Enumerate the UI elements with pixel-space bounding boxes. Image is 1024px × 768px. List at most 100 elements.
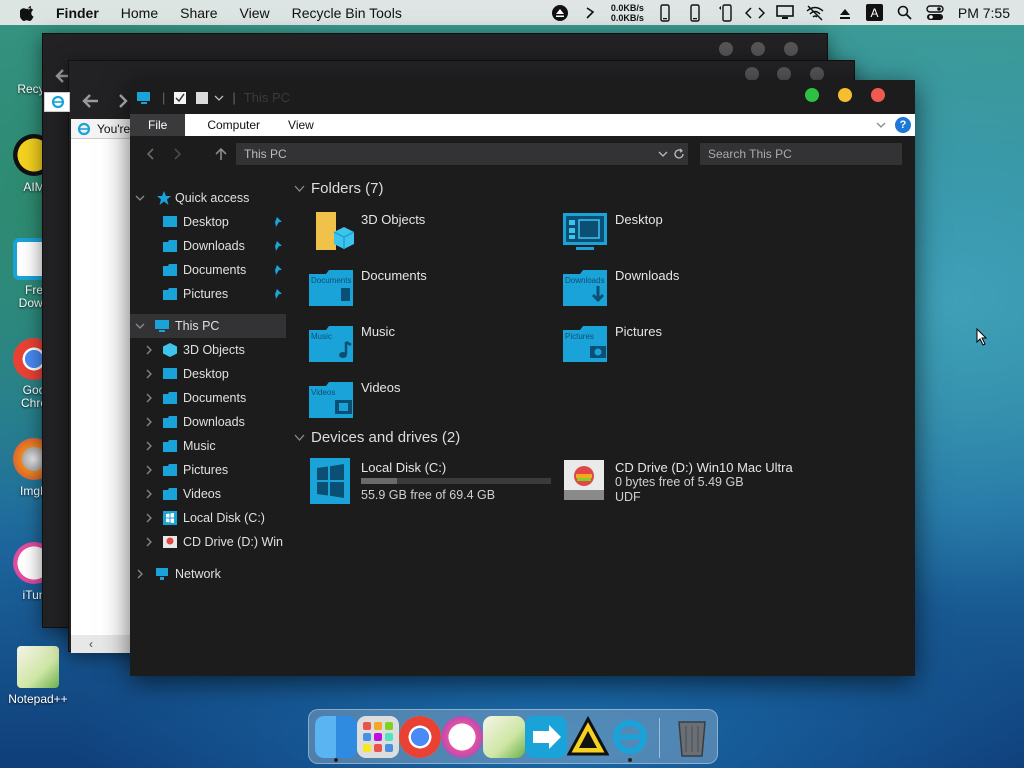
sidebar-item-cd-drive[interactable]: CD Drive (D:) Win — [130, 530, 286, 554]
bg-window-2-button-3[interactable] — [810, 67, 824, 81]
sidebar-item-pictures[interactable]: Pictures — [130, 458, 286, 482]
collapse-arrow-icon[interactable] — [144, 513, 154, 523]
bg-window-1-button-2[interactable] — [751, 42, 765, 56]
collapse-arrow-icon[interactable] — [144, 465, 154, 475]
tab-computer[interactable]: Computer — [185, 114, 274, 136]
eject-icon[interactable] — [548, 0, 572, 25]
folder-3d-objects[interactable]: 3D Objects — [308, 210, 558, 260]
expand-arrow-icon[interactable] — [135, 193, 145, 203]
collapse-arrow-icon[interactable] — [144, 345, 154, 355]
display-icon[interactable] — [773, 0, 797, 25]
menu-share[interactable]: Share — [180, 5, 217, 21]
sidebar-item-quick-downloads[interactable]: Downloads — [130, 234, 286, 258]
sidebar-item-quick-access[interactable]: Quick access — [130, 186, 286, 210]
bg-window-1-button[interactable] — [719, 42, 733, 56]
group-collapse-icon[interactable] — [294, 183, 305, 194]
pin-icon[interactable] — [272, 264, 284, 276]
folder-downloads[interactable]: Downloads Downloads — [562, 266, 812, 316]
collapse-arrow-icon[interactable] — [144, 393, 154, 403]
group-collapse-icon[interactable] — [294, 432, 305, 443]
collapse-arrow-icon[interactable] — [135, 569, 145, 579]
desktop-icon-notepad-plus-plus[interactable]: Notepad++ — [0, 646, 78, 706]
horizontal-scrollbar[interactable]: ‹ — [71, 635, 131, 653]
folder-pictures[interactable]: Pictures Pictures — [562, 322, 812, 372]
sidebar-item-music[interactable]: Music — [130, 434, 286, 458]
computer-icon[interactable] — [136, 91, 154, 105]
sidebar-item-desktop[interactable]: Desktop — [130, 362, 286, 386]
control-center-icon[interactable] — [923, 0, 947, 25]
itunes-app-icon[interactable] — [441, 716, 483, 758]
sidebar-item-network[interactable]: Network — [130, 562, 286, 586]
finder-app-icon[interactable] — [315, 716, 357, 758]
sidebar-item-this-pc[interactable]: This PC — [130, 314, 286, 338]
sidebar-item-3d-objects[interactable]: 3D Objects — [130, 338, 286, 362]
tab-view[interactable]: View — [274, 114, 328, 136]
nav-up-icon[interactable] — [214, 146, 228, 162]
properties-icon[interactable] — [173, 91, 187, 105]
sidebar-item-quick-pictures[interactable]: Pictures — [130, 282, 286, 306]
pin-icon[interactable] — [272, 216, 284, 228]
internet-explorer-app-icon[interactable] — [609, 716, 651, 758]
chevron-down-icon[interactable] — [875, 119, 887, 131]
bg-window-1-button-3[interactable] — [784, 42, 798, 56]
collapse-arrow-icon[interactable] — [144, 489, 154, 499]
phone-icon[interactable] — [653, 0, 677, 25]
clock[interactable]: PM 7:55 — [958, 5, 1010, 21]
menu-home[interactable]: Home — [121, 5, 158, 21]
collapse-arrow-icon[interactable] — [144, 441, 154, 451]
chrome-app-icon[interactable] — [399, 716, 441, 758]
forward-arrow-icon[interactable] — [116, 92, 130, 110]
help-button[interactable]: ? — [895, 117, 911, 133]
chevron-down-icon[interactable] — [214, 93, 224, 103]
launchpad-app-icon[interactable] — [357, 716, 399, 758]
folders-group-header[interactable]: Folders (7) — [294, 180, 384, 197]
code-icon[interactable] — [743, 0, 767, 25]
menu-recycle-bin-tools[interactable]: Recycle Bin Tools — [292, 5, 402, 21]
sidebar-item-downloads[interactable]: Downloads — [130, 410, 286, 434]
title-bar[interactable]: | | This PC — [82, 80, 915, 114]
search-input[interactable]: Search This PC — [700, 143, 902, 165]
pin-icon[interactable] — [272, 288, 284, 300]
sync-icon[interactable] — [578, 0, 602, 25]
close-button[interactable] — [871, 88, 885, 102]
drive-cd-d[interactable]: CD Drive (D:) Win10 Mac Ultra 0 bytes fr… — [562, 458, 812, 510]
notepad-plus-plus-app-icon[interactable] — [483, 716, 525, 758]
minimize-button[interactable] — [838, 88, 852, 102]
collapse-arrow-icon[interactable] — [144, 417, 154, 427]
back-arrow-icon[interactable] — [80, 92, 100, 110]
aim-app-icon[interactable] — [566, 715, 610, 758]
bg-window-2-button[interactable] — [745, 67, 759, 81]
folder-videos[interactable]: Videos Videos — [308, 378, 558, 428]
expand-arrow-icon[interactable] — [135, 321, 145, 331]
phone-sync-icon[interactable] — [713, 0, 737, 25]
free-download-app-icon[interactable] — [525, 716, 567, 758]
spotlight-icon[interactable] — [893, 0, 917, 25]
sidebar-item-quick-documents[interactable]: Documents — [130, 258, 286, 282]
sidebar-item-videos[interactable]: Videos — [130, 482, 286, 506]
tab-file[interactable]: File — [130, 114, 186, 136]
nav-back-icon[interactable] — [144, 147, 158, 161]
trash-app-icon[interactable] — [671, 716, 713, 758]
drives-group-header[interactable]: Devices and drives (2) — [294, 429, 460, 446]
folder-music[interactable]: Music Music — [308, 322, 558, 372]
input-source-icon[interactable]: A — [863, 0, 887, 25]
sidebar-item-documents[interactable]: Documents — [130, 386, 286, 410]
apple-icon[interactable] — [20, 5, 36, 21]
pin-icon[interactable] — [272, 240, 284, 252]
wifi-off-icon[interactable] — [803, 0, 827, 25]
phone-icon-2[interactable] — [683, 0, 707, 25]
nav-forward-icon[interactable] — [170, 147, 184, 161]
up-arrow-icon[interactable] — [833, 0, 857, 25]
sidebar-item-local-disk[interactable]: Local Disk (C:) — [130, 506, 286, 530]
new-folder-icon[interactable] — [195, 91, 209, 105]
collapse-arrow-icon[interactable] — [144, 537, 154, 547]
ie-window-tab-fragment[interactable] — [44, 92, 70, 112]
address-bar[interactable]: This PC — [236, 143, 688, 165]
sidebar-item-quick-desktop[interactable]: Desktop — [130, 210, 286, 234]
maximize-button[interactable] — [805, 88, 819, 102]
folder-documents[interactable]: Documents Documents — [308, 266, 558, 316]
collapse-arrow-icon[interactable] — [144, 369, 154, 379]
menu-finder[interactable]: Finder — [56, 5, 99, 21]
bg-window-2-button-2[interactable] — [777, 67, 791, 81]
refresh-icon[interactable] — [673, 148, 685, 160]
